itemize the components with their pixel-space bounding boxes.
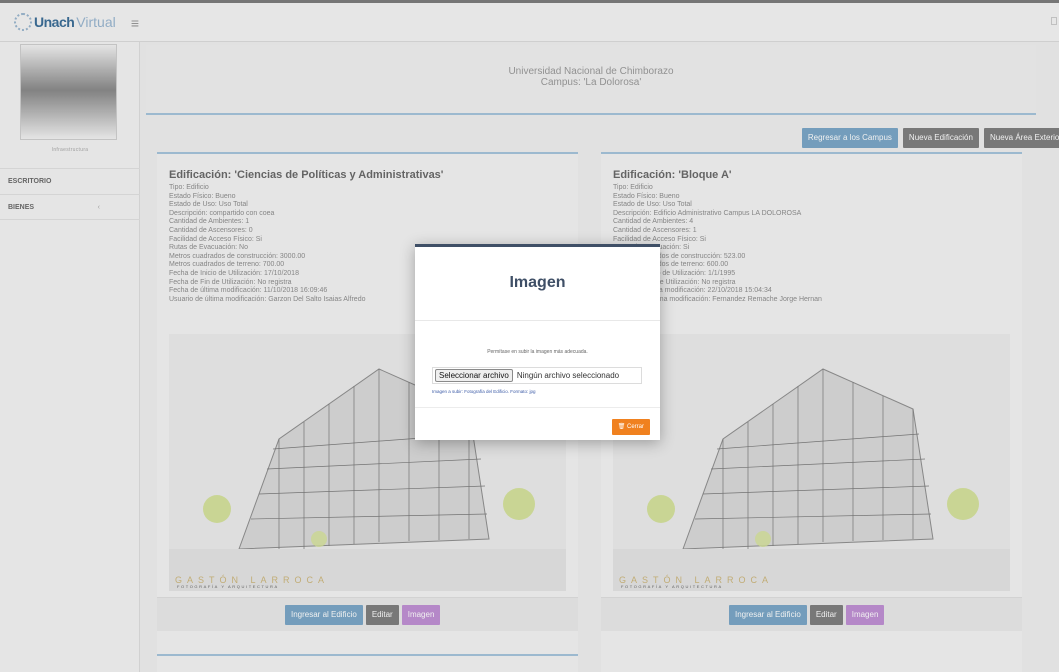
modal-divider: [415, 320, 660, 321]
file-status: Ningún archivo seleccionado: [516, 371, 620, 380]
trash-icon: 🗑: [617, 424, 626, 430]
file-input[interactable]: Seleccionar archivo Ningún archivo selec…: [432, 367, 642, 384]
modal-title: Imagen: [509, 274, 566, 291]
image-upload-modal: Imagen Permítase en subir la imagen más …: [415, 244, 660, 440]
modal-footer: 🗑 Cerrar: [611, 415, 650, 435]
close-label: Cerrar: [626, 424, 644, 430]
close-button[interactable]: 🗑 Cerrar: [611, 419, 650, 435]
select-file-button[interactable]: Seleccionar archivo: [435, 369, 513, 382]
upload-hint: Imagen a subir: Fotografía del Edificio.…: [432, 389, 536, 394]
modal-footer-divider: [415, 407, 660, 408]
modal-instruction: Permítase en subir la imagen más adecuad…: [487, 349, 588, 355]
